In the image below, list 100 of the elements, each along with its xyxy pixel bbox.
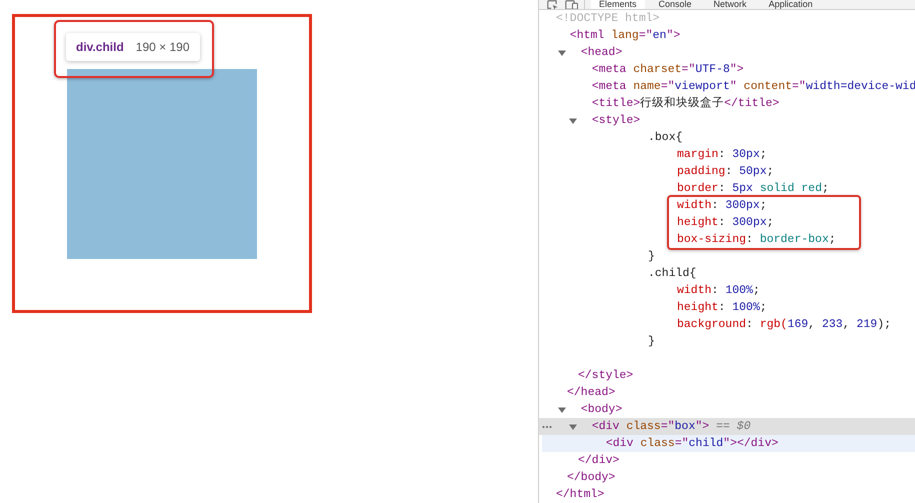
code-token: =" — [792, 80, 806, 93]
code-token: solid red — [758, 182, 822, 195]
inspect-icon[interactable] — [547, 0, 559, 9]
code-token: "> — [695, 420, 710, 433]
code-token: , — [842, 318, 851, 331]
expanded-triangle-icon[interactable] — [569, 117, 577, 125]
code-token: ); — [877, 318, 892, 331]
code-token: ; — [760, 148, 767, 161]
code-token: : — [712, 284, 720, 297]
code-token: 219 — [856, 318, 878, 331]
dom-node-line[interactable]: <meta charset="UTF-8"> — [539, 61, 915, 78]
code-token: </style> — [578, 369, 634, 382]
css-property: height — [677, 301, 718, 314]
expanded-triangle-icon[interactable] — [558, 49, 566, 57]
code-token: =" — [638, 29, 653, 42]
code-token: : — [718, 148, 726, 161]
code-token: box — [674, 420, 696, 433]
code-token: lang — [610, 29, 639, 42]
code-token: <meta — [592, 63, 626, 76]
devtools-tab[interactable]: Elements — [590, 0, 645, 9]
css-selector: .box{ — [648, 131, 683, 144]
code-token: </head> — [567, 386, 616, 399]
code-token: ; — [766, 216, 774, 229]
code-token: ; — [760, 199, 767, 212]
code-token: ; — [828, 233, 836, 246]
code-token: : — [746, 318, 754, 331]
css-property: height — [677, 216, 718, 229]
dom-node-line[interactable]: <title>行级和块级盒子</title> — [539, 95, 915, 112]
code-token: border-box — [760, 233, 829, 246]
code-token: <meta — [592, 80, 626, 93]
code-token: 233 — [822, 318, 843, 331]
css-property: box-sizing — [677, 233, 746, 246]
code-token: <html — [570, 29, 604, 42]
devtools-tab[interactable]: Application — [760, 0, 821, 9]
code-token: 5px — [732, 182, 753, 195]
expanded-triangle-icon[interactable] — [558, 406, 566, 414]
code-token: <!DOCTYPE html> — [556, 12, 660, 25]
code-token: , — [808, 318, 816, 331]
code-token: <div — [592, 420, 620, 433]
css-property: border — [677, 182, 718, 195]
code-token: name — [632, 80, 661, 93]
code-token: <body> — [580, 403, 622, 416]
code-token: content — [742, 80, 792, 93]
code-token: en — [652, 29, 666, 42]
code-token: </div> — [578, 454, 620, 467]
code-token: UTF-8 — [695, 63, 730, 76]
code-token: viewport — [674, 80, 730, 93]
more-icon[interactable] — [542, 425, 552, 429]
code-token: 100% — [725, 284, 753, 297]
code-token: ; — [766, 165, 774, 178]
dom-node-line[interactable]: <html lang="en"> — [539, 27, 915, 44]
code-token: ; — [752, 284, 760, 297]
code-token: 行级和块级盒子 — [640, 97, 724, 110]
dom-node-line[interactable]: <head> — [539, 44, 915, 61]
code-token: 300px — [725, 199, 760, 212]
code-token: 100% — [732, 301, 760, 314]
code-token: ; — [822, 182, 829, 195]
code-token: charset — [632, 63, 682, 76]
code-token: : — [718, 182, 726, 195]
code-token: <title> — [592, 97, 640, 110]
closing-brace: } — [648, 250, 655, 263]
code-token: : — [712, 199, 720, 212]
code-token: rgb( — [760, 318, 788, 331]
code-token: == — [715, 420, 731, 433]
device-toolbar-icon[interactable] — [564, 0, 578, 9]
code-token: </title> — [724, 97, 780, 110]
code-token: </html> — [556, 488, 604, 501]
code-token: class — [625, 420, 661, 433]
css-property: background — [677, 318, 746, 331]
code-token: child — [688, 437, 724, 450]
code-token: " — [730, 80, 737, 93]
code-token: "> — [666, 29, 680, 42]
dom-node-line[interactable]: <style> — [539, 112, 915, 129]
code-token: $0 — [736, 420, 751, 433]
code-token: =" — [660, 80, 675, 93]
css-property: width — [677, 284, 712, 297]
code-token: <head> — [580, 46, 622, 59]
code-token: "></div> — [723, 437, 778, 450]
code-token: <div — [606, 437, 634, 450]
code-token: 300px — [732, 216, 767, 229]
expanded-triangle-icon[interactable] — [569, 423, 577, 431]
dom-node-line[interactable]: <meta name="viewport" content="width=device-wid — [539, 78, 915, 95]
css-property: padding — [677, 165, 726, 178]
code-token: 30px — [732, 148, 760, 161]
css-property: margin — [677, 148, 718, 161]
code-token: class — [639, 437, 675, 450]
code-token: width=device-wid — [806, 80, 915, 93]
code-token: : — [746, 233, 754, 246]
code-token: =" — [674, 437, 689, 450]
code-token: <style> — [592, 114, 640, 127]
code-token: =" — [682, 63, 696, 76]
css-property: width — [677, 199, 712, 212]
code-token: "> — [730, 63, 744, 76]
devtools-tab[interactable]: Network — [706, 0, 755, 9]
dom-node-line[interactable]: <body> — [539, 401, 915, 418]
code-token: : — [718, 216, 726, 229]
devtools-tab[interactable]: Console — [650, 0, 700, 9]
code-token: </body> — [567, 471, 616, 484]
code-token: : — [725, 165, 734, 178]
code-token: ; — [760, 301, 767, 314]
